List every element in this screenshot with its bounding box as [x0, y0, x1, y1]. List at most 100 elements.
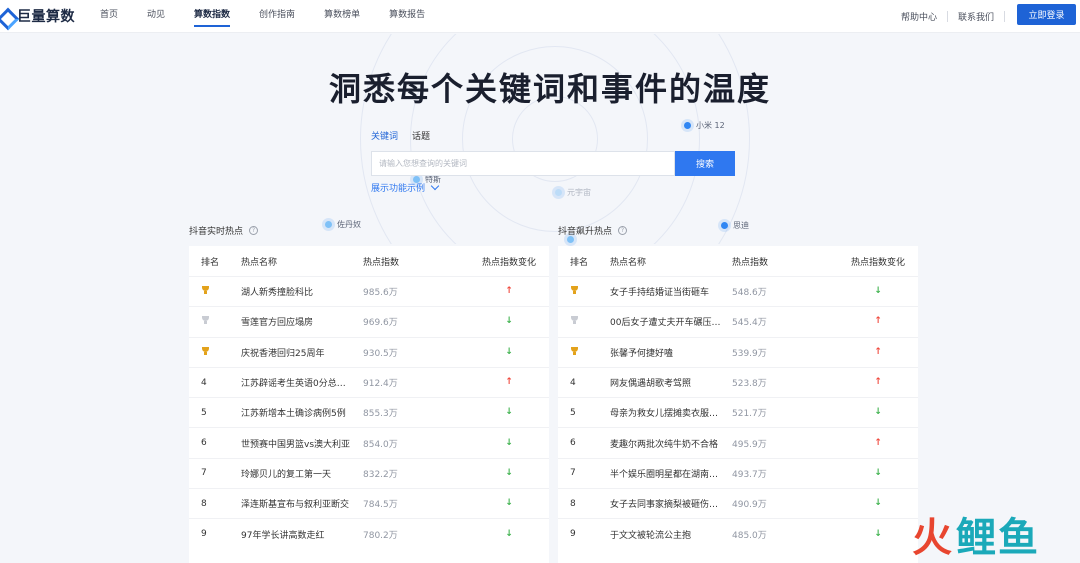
trophy-icon — [570, 316, 579, 325]
table-row[interactable]: 女子手持结婚证当街砸车 548.6万 ↓ — [558, 276, 918, 306]
rank-cell — [558, 316, 610, 327]
table-row[interactable]: 6 世预赛中国男篮vs澳大利亚 854.0万 ↓ — [189, 427, 549, 457]
hot-index-value: 539.9万 — [732, 348, 767, 359]
table-row[interactable]: 7 玲娜贝儿的复工第一天 832.2万 ↓ — [189, 457, 549, 488]
table-row[interactable]: 6 麦趣尔两批次纯牛奶不合格 495.9万 ↑ — [558, 427, 918, 457]
change-cell: ↓ — [469, 529, 549, 539]
change-cell: ↓ — [838, 408, 918, 417]
trophy-icon — [201, 286, 210, 295]
change-cell: ↓ — [469, 347, 549, 357]
hot-index-value: 545.4万 — [732, 318, 767, 329]
rising-hot-title: 抖音飙升热点 ? — [558, 224, 628, 237]
rank-cell: 9 — [570, 529, 576, 540]
hot-topic-name[interactable]: 女子去同事家摘梨被砸伤… — [610, 497, 732, 510]
table-row[interactable]: 湖人新秀撞脸科比 985.6万 ↑ — [189, 276, 549, 306]
hot-topic-name[interactable]: 00后女子遭丈夫开车碾压… — [610, 315, 732, 328]
table-row[interactable]: 4 网友偶遇胡歌考驾照 523.8万 ↑ — [558, 366, 918, 397]
login-button[interactable]: 立即登录 — [1017, 4, 1076, 25]
hot-topic-name[interactable]: 母亲为救女儿摆摊卖衣服… — [610, 406, 732, 419]
arrow-up-icon: ↑ — [874, 377, 882, 388]
hot-topic-name[interactable]: 庆祝香港回归25周年 — [241, 346, 363, 359]
hot-index-value: 495.9万 — [732, 439, 767, 450]
rank-cell: 4 — [570, 377, 576, 388]
arrow-down-icon: ↓ — [874, 407, 882, 418]
rank-cell: 8 — [201, 498, 207, 509]
help-icon[interactable]: ? — [249, 226, 259, 235]
change-cell: ↓ — [838, 287, 918, 296]
hot-topic-name[interactable]: 张馨予何捷好嗑 — [610, 346, 732, 359]
change-cell: ↓ — [469, 468, 549, 478]
top-navbar: 巨量算数 首页 动见 算数指数 创作指南 算数榜单 算数报告 帮助中心 联系我们… — [0, 0, 1080, 33]
hot-topic-name[interactable]: 江苏新增本土确诊病例5例 — [241, 406, 363, 419]
demo-link[interactable]: 展示功能示例 — [371, 181, 440, 194]
arrow-down-icon: ↓ — [505, 498, 513, 509]
dot-icon — [684, 122, 691, 129]
table-row[interactable]: 8 泽连斯基宣布与叙利亚断交 784.5万 ↓ — [189, 488, 549, 518]
col-change: 热点指数变化 — [850, 257, 905, 268]
nav-item-index[interactable]: 算数指数 — [194, 0, 231, 33]
rank-cell: 6 — [570, 438, 576, 449]
table-row[interactable]: 5 江苏新增本土确诊病例5例 855.3万 ↓ — [189, 397, 549, 427]
hot-topic-name[interactable]: 女子手持结婚证当街砸车 — [610, 285, 732, 298]
hot-index-value: 855.3万 — [363, 409, 398, 420]
hot-topic-name[interactable]: 于文文被轮流公主抱 — [610, 528, 732, 541]
search-input[interactable] — [371, 151, 675, 176]
nav-item-rankings[interactable]: 算数榜单 — [324, 0, 360, 33]
col-rank: 排名 — [201, 257, 220, 268]
hot-topic-name[interactable]: 泽连斯基宣布与叙利亚断交 — [241, 497, 363, 510]
tab-topic[interactable]: 话题 — [412, 129, 430, 142]
hot-topic-name[interactable]: 雪莲官方回应塌房 — [241, 315, 363, 328]
floating-keyword[interactable]: 佐丹奴 — [325, 219, 361, 230]
help-center-link[interactable]: 帮助中心 — [901, 10, 937, 23]
nav-item-reports[interactable]: 算数报告 — [389, 0, 425, 33]
hot-topic-name[interactable]: 网友偶遇胡歌考驾照 — [610, 376, 732, 389]
arrow-down-icon: ↓ — [505, 437, 513, 448]
change-cell: ↓ — [469, 317, 549, 326]
search-button[interactable]: 搜索 — [675, 151, 735, 176]
table-row[interactable]: 庆祝香港回归25周年 930.5万 ↓ — [189, 336, 549, 367]
table-row[interactable]: 4 江苏辟谣考生英语0分总… 912.4万 ↑ — [189, 366, 549, 397]
change-cell: ↑ — [469, 287, 549, 296]
table-header: 排名 热点名称 热点指数 热点指数变化 — [189, 246, 549, 276]
brand-logo[interactable]: 巨量算数 — [0, 6, 75, 26]
floating-keyword[interactable]: 元宇宙 — [555, 187, 591, 198]
nav-item-home[interactable]: 首页 — [100, 0, 118, 33]
nav-item-guide[interactable]: 创作指南 — [259, 0, 295, 33]
nav-item-dongjian[interactable]: 动见 — [147, 0, 165, 33]
rank-cell: 9 — [201, 529, 207, 540]
hot-topic-name[interactable]: 湖人新秀撞脸科比 — [241, 285, 363, 298]
help-icon[interactable]: ? — [618, 226, 628, 235]
trophy-icon — [570, 286, 579, 295]
search-tabs: 关键词 话题 — [371, 129, 444, 142]
floating-keyword[interactable]: 思迪 — [721, 220, 749, 231]
table-row[interactable]: 9 97年学长讲高数走红 780.2万 ↓ — [189, 518, 549, 548]
change-cell: ↑ — [838, 347, 918, 357]
hot-index-value: 832.2万 — [363, 469, 398, 480]
table-row[interactable]: 00后女子遭丈夫开车碾压… 545.4万 ↑ — [558, 306, 918, 336]
hot-topic-name[interactable]: 玲娜贝儿的复工第一天 — [241, 467, 363, 480]
table-row[interactable]: 7 半个娱乐圈明星都在湖南… 493.7万 ↓ — [558, 457, 918, 488]
col-index: 热点指数 — [363, 257, 400, 268]
hot-topic-name[interactable]: 江苏辟谣考生英语0分总… — [241, 376, 363, 389]
rank-cell — [189, 346, 241, 358]
table-row[interactable]: 张馨予何捷好嗑 539.9万 ↑ — [558, 336, 918, 367]
contact-link[interactable]: 联系我们 — [958, 10, 994, 23]
watermark-part2: 鲤鱼 — [956, 515, 1040, 561]
table-row[interactable]: 5 母亲为救女儿摆摊卖衣服… 521.7万 ↓ — [558, 397, 918, 427]
floating-keyword[interactable]: 小米 12 — [684, 120, 725, 131]
change-cell: ↓ — [469, 499, 549, 508]
arrow-up-icon: ↑ — [505, 286, 513, 297]
col-name: 热点名称 — [241, 257, 278, 268]
hot-topic-name[interactable]: 麦趣尔两批次纯牛奶不合格 — [610, 437, 732, 450]
hot-topic-name[interactable]: 半个娱乐圈明星都在湖南… — [610, 467, 732, 480]
table-row[interactable]: 8 女子去同事家摘梨被砸伤… 490.9万 ↓ — [558, 488, 918, 518]
hot-topic-name[interactable]: 世预赛中国男篮vs澳大利亚 — [241, 437, 363, 450]
table-row[interactable]: 雪莲官方回应塌房 969.6万 ↓ — [189, 306, 549, 336]
hot-topic-name[interactable]: 97年学长讲高数走红 — [241, 528, 363, 541]
tab-keyword[interactable]: 关键词 — [371, 129, 398, 142]
header-links: 帮助中心 联系我们 — [901, 0, 1015, 33]
table-row[interactable]: 9 于文文被轮流公主抱 485.0万 ↓ — [558, 518, 918, 548]
col-name: 热点名称 — [610, 257, 647, 268]
rank-cell: 7 — [201, 468, 207, 479]
change-cell: ↓ — [469, 408, 549, 417]
